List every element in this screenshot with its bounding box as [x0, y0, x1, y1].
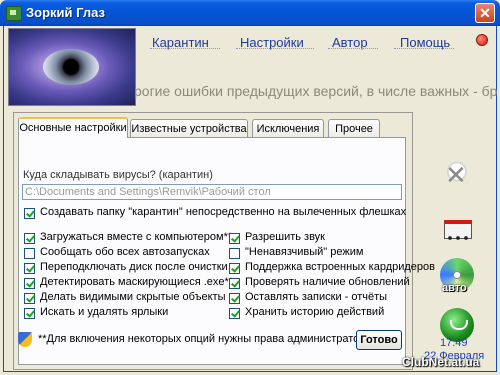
- skull-icon[interactable]: [440, 158, 474, 192]
- status-dot-icon[interactable]: [476, 34, 488, 46]
- auto-label: авто: [442, 282, 467, 294]
- create-folder-label: Создавать папку "карантин" непосредствен…: [40, 206, 407, 218]
- option-label: Детектировать маскирующиеся .exe**: [40, 276, 234, 288]
- cardreader-checkbox[interactable]: [229, 263, 240, 274]
- allow-sound-checkbox[interactable]: [229, 233, 240, 244]
- window-title: Зоркий Глаз: [26, 5, 105, 20]
- quarantine-path-field[interactable]: C:\Documents and Settings\Remvik\Рабочий…: [22, 184, 402, 200]
- tab-other[interactable]: Прочее: [328, 119, 380, 137]
- tab-content: Куда складывать вирусы? (карантин) C:\Do…: [18, 137, 435, 365]
- settings-panel: Основные настройки Известные устройства …: [13, 112, 435, 370]
- remove-shortcuts-checkbox[interactable]: [24, 308, 35, 319]
- title-bar: Зоркий Глаз ✕: [0, 0, 500, 26]
- reconnect-disk-checkbox[interactable]: [24, 263, 35, 274]
- tab-main-settings[interactable]: Основные настройки: [18, 117, 128, 138]
- option-label: Поддержка встроенных кардридеров: [245, 261, 435, 273]
- watermark: ClubNet.at.ua: [402, 355, 480, 369]
- tab-exclusions[interactable]: Исключения: [252, 119, 324, 137]
- clock-time: 17:49: [440, 337, 468, 349]
- option-label: Сообщать обо всех автозапусках: [40, 246, 210, 258]
- show-hidden-checkbox[interactable]: [24, 293, 35, 304]
- check-updates-checkbox[interactable]: [229, 278, 240, 289]
- news-ticker: рогие ошибки предыдущих версий, в числе …: [134, 83, 498, 99]
- option-label: Разрешить звук: [245, 231, 325, 243]
- option-label: Искать и удалять ярлыки: [40, 306, 169, 318]
- quarantine-label: Куда складывать вирусы? (карантин): [23, 169, 213, 181]
- keep-history-checkbox[interactable]: [229, 308, 240, 319]
- autostart-checkbox[interactable]: [24, 233, 35, 244]
- sidebar: авто: [420, 112, 494, 374]
- option-label: Загружаться вместе с компьютером**: [40, 231, 233, 243]
- truck-icon[interactable]: [440, 212, 474, 246]
- notify-autoruns-checkbox[interactable]: [24, 248, 35, 259]
- admin-note: **Для включения некоторых опций нужны пр…: [38, 333, 372, 345]
- leave-notes-checkbox[interactable]: [229, 293, 240, 304]
- tab-known-devices[interactable]: Известные устройства: [130, 119, 248, 137]
- ok-button[interactable]: Готово: [356, 330, 402, 350]
- detect-exe-checkbox[interactable]: [24, 278, 35, 289]
- create-folder-checkbox[interactable]: [24, 208, 35, 219]
- close-button[interactable]: ✕: [475, 3, 495, 23]
- option-label: Делать видимыми скрытые объекты: [40, 291, 226, 303]
- eye-logo: [8, 28, 136, 106]
- app-icon: [6, 6, 22, 21]
- option-label: Хранить историю действий: [245, 306, 385, 318]
- quiet-mode-checkbox[interactable]: [229, 248, 240, 259]
- option-label: Проверять наличие обновлений: [245, 276, 410, 288]
- option-label: Переподключать диск после очистки: [40, 261, 228, 273]
- option-label: Оставлять записки - отчёты: [245, 291, 388, 303]
- main-window: Карантин Настройки Автор Помощь рогие ош…: [3, 26, 498, 374]
- admin-shield-icon: [18, 332, 32, 347]
- option-label: "Ненавязчивый" режим: [245, 246, 364, 258]
